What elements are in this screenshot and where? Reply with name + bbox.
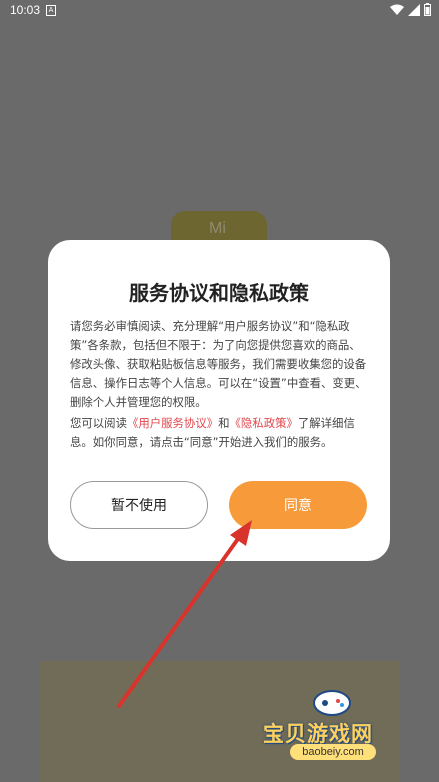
- annotation-arrow: [117, 520, 252, 708]
- watermark-url: baobeiy.com: [290, 744, 376, 760]
- watermark: 宝贝游戏网 baobeiy.com: [258, 688, 408, 768]
- gamepad-icon: [313, 690, 351, 716]
